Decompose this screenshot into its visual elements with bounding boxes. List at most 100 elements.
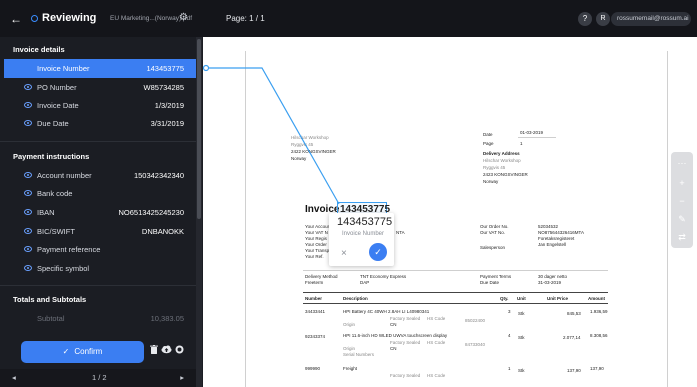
trash-icon[interactable] xyxy=(150,345,158,356)
eye-icon[interactable] xyxy=(24,190,32,196)
field-value[interactable]: 3/31/2019 xyxy=(151,119,184,128)
field-label: Specific symbol xyxy=(37,264,90,273)
field-label: PO Number xyxy=(37,83,77,92)
delivery-address-label: Delivery Address xyxy=(483,151,520,156)
field-value[interactable]: 150342342340 xyxy=(134,171,184,180)
eye-icon[interactable] xyxy=(24,120,32,126)
check-icon: ✓ xyxy=(62,347,70,356)
register-value: Foretaksregisteret xyxy=(538,236,575,241)
field-row-account-number[interactable]: Account number 150342342340 xyxy=(4,166,196,185)
date-label: Date xyxy=(483,132,493,137)
avatar[interactable]: R xyxy=(596,12,610,26)
freeterm-value: DAP xyxy=(360,280,370,285)
zoom-out-icon[interactable]: − xyxy=(671,196,693,206)
line-qty: 4 xyxy=(508,333,511,338)
delivery-method-value: TNT Economy Express xyxy=(360,274,407,279)
accept-button[interactable]: ✓ xyxy=(369,243,387,261)
field-value[interactable]: NO6513425245230 xyxy=(119,208,184,217)
prev-page-button[interactable]: ◂ xyxy=(12,373,16,382)
section-divider xyxy=(0,141,196,142)
cloud-upload-icon[interactable] xyxy=(161,345,172,356)
line-number: 999990 xyxy=(305,366,321,371)
help-button[interactable]: ? xyxy=(578,12,592,26)
field-value[interactable]: 10,383.05 xyxy=(151,314,184,323)
reject-icon[interactable]: × xyxy=(341,248,347,259)
popup-value[interactable]: 143453775 xyxy=(337,216,392,228)
col-amount: Amount xyxy=(588,296,605,301)
field-row-bic-swift[interactable]: BIC/SWIFT DNBANOKK xyxy=(4,222,196,241)
block-icon[interactable] xyxy=(175,345,184,356)
pager-label: 1 / 2 xyxy=(92,373,107,382)
document-viewer[interactable] xyxy=(203,37,697,387)
field-row-subtotal[interactable]: Subtotal 10,383.05 xyxy=(4,309,196,328)
pager: ◂ 1 / 2 ▸ xyxy=(0,369,196,387)
sidebar-footer: ✓ Confirm ◂ 1 / 2 ▸ xyxy=(0,327,196,387)
origin-value: CN xyxy=(390,322,397,327)
eye-icon[interactable] xyxy=(24,265,32,271)
hs-code-label: HS Code xyxy=(427,373,446,378)
gear-icon[interactable]: ⚙ xyxy=(179,12,188,23)
field-value[interactable]: 1/3/2019 xyxy=(155,101,184,110)
col-unit: Unit xyxy=(517,296,526,301)
hs-code-value: 84733040 xyxy=(465,342,486,347)
eye-icon[interactable] xyxy=(24,228,32,234)
field-validation-popup: 143453775 Invoice Number × ✓ xyxy=(329,213,394,266)
status-title: Reviewing xyxy=(42,12,97,24)
factory-sealed-label: Factory Sealed xyxy=(390,340,421,345)
page-label: Page xyxy=(483,141,494,146)
edit-icon[interactable]: ✎ xyxy=(671,214,693,225)
factory-sealed-label: Factory Sealed xyxy=(390,316,421,321)
line-description: HPI 11.6-inch HD WLED UWVA touchscreen d… xyxy=(343,333,448,338)
sender-street: Ryggvis 45 xyxy=(291,142,314,147)
user-email[interactable]: rossumemail@rossum.ai xyxy=(611,12,691,26)
next-page-button[interactable]: ▸ xyxy=(180,373,184,382)
eye-icon[interactable] xyxy=(24,84,32,90)
popup-label: Invoice Number xyxy=(342,231,385,237)
table-header-line xyxy=(303,303,608,304)
line-number: 34433441 xyxy=(305,309,326,314)
field-row-invoice-date[interactable]: Invoice Date 1/3/2019 xyxy=(4,96,196,115)
zoom-in-icon[interactable]: + xyxy=(671,178,693,188)
delivery-line: Ryggvis 45 xyxy=(483,165,506,170)
serial-numbers-label: Serial Numbers xyxy=(343,352,375,357)
field-row-iban[interactable]: IBAN NO6513425245230 xyxy=(4,203,196,222)
line-qty: 3 xyxy=(508,309,511,314)
scrollbar-thumb[interactable] xyxy=(197,39,201,219)
field-label: Invoice Number xyxy=(37,64,90,73)
eye-icon[interactable] xyxy=(24,172,32,178)
field-row-invoice-number[interactable]: Invoice Number 143453775 xyxy=(4,59,196,78)
eye-icon[interactable] xyxy=(24,209,32,215)
salesperson-value: Jan Engelstell xyxy=(538,242,567,247)
col-unit-price: Unit Price xyxy=(547,296,569,301)
field-row-bank-code[interactable]: Bank code xyxy=(4,184,196,203)
field-value[interactable]: 143453775 xyxy=(146,64,184,73)
eye-icon[interactable] xyxy=(24,246,32,252)
field-row-specific-symbol[interactable]: Specific symbol xyxy=(4,259,196,278)
line-unit: Stk xyxy=(518,311,525,316)
field-row-payment-reference[interactable]: Payment reference xyxy=(4,240,196,259)
delivery-method-label: Delivery Method xyxy=(305,274,338,279)
your-ref-label: Your Ref. xyxy=(305,254,324,259)
back-arrow-icon[interactable]: ← xyxy=(10,12,22,26)
sidebar-scrollbar[interactable] xyxy=(196,37,202,387)
origin-label: Origin xyxy=(343,322,356,327)
origin-value: CN xyxy=(390,346,397,351)
factory-sealed-label: Factory Sealed xyxy=(390,373,421,378)
field-value[interactable]: W85734285 xyxy=(144,83,184,92)
confirm-button[interactable]: ✓ Confirm xyxy=(21,341,144,363)
translate-icon[interactable]: ⇄ xyxy=(671,232,693,243)
hs-code-label: HS Code xyxy=(427,316,446,321)
your-order-label: Your Order xyxy=(305,242,327,247)
line-price: 845,53 xyxy=(567,311,581,316)
field-row-due-date[interactable]: Due Date 3/31/2019 xyxy=(4,114,196,133)
field-label: BIC/SWIFT xyxy=(37,227,75,236)
eye-icon[interactable] xyxy=(24,102,32,108)
sender-name: Hilschar Workshop xyxy=(291,135,329,140)
field-value[interactable]: DNBANOKK xyxy=(142,227,184,236)
field-label: Invoice Date xyxy=(37,101,79,110)
dots-icon[interactable]: ⋯ xyxy=(671,158,693,169)
field-row-po-number[interactable]: PO Number W85734285 xyxy=(4,78,196,97)
salesperson-label: Salesperson xyxy=(480,245,506,250)
our-order-value: 52034532 xyxy=(538,224,559,229)
line-price: 2.077,14 xyxy=(563,335,581,340)
